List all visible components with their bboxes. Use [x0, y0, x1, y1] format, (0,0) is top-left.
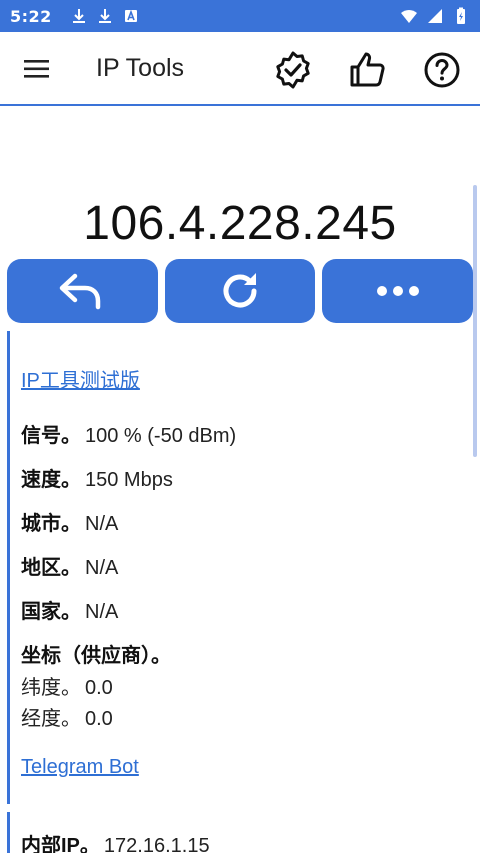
internal-ip-label: 内部IP。	[21, 835, 100, 853]
download-icon	[98, 9, 111, 23]
signal-label: 信号。	[21, 425, 81, 447]
city-label: 城市。	[21, 513, 81, 535]
signal-icon	[428, 9, 442, 23]
internal-ip-value: 172.16.1.15	[103, 835, 210, 853]
region-label: 地区。	[21, 557, 81, 579]
action-row	[7, 259, 474, 323]
app-bar: IP Tools	[0, 32, 480, 106]
region-value: N/A	[85, 557, 119, 579]
speed-value: 150 Mbps	[85, 469, 173, 491]
longitude-row: 经度。 0.0	[21, 702, 113, 731]
status-time: 5:22	[10, 6, 52, 26]
app-link[interactable]: IP工具测试版	[21, 364, 140, 393]
back-button[interactable]	[7, 259, 158, 323]
coords-row: 坐标（供应商）。	[21, 639, 171, 668]
back-arrow-icon	[60, 273, 101, 310]
longitude-value: 0.0	[85, 708, 113, 730]
thumbs-up-icon[interactable]	[348, 50, 388, 90]
info-panel-border	[7, 331, 10, 804]
region-row: 地区。 N/A	[21, 551, 118, 580]
country-row: 国家。 N/A	[21, 595, 118, 624]
status-bar: 5:22	[0, 0, 480, 32]
refresh-button[interactable]	[164, 259, 316, 323]
battery-icon	[457, 7, 465, 24]
coords-label: 坐标（供应商）。	[21, 645, 171, 667]
country-label: 国家。	[21, 601, 81, 623]
wifi-icon	[401, 10, 417, 23]
menu-icon[interactable]	[22, 56, 52, 82]
city-value: N/A	[85, 513, 119, 535]
refresh-icon	[223, 273, 257, 308]
more-dots-icon	[376, 286, 419, 296]
signal-row: 信号。 100 % (-50 dBm)	[21, 419, 236, 448]
country-value: N/A	[85, 601, 119, 623]
latitude-value: 0.0	[85, 677, 113, 699]
scrollbar[interactable]	[473, 185, 477, 457]
signal-value: 100 % (-50 dBm)	[85, 425, 237, 447]
more-button[interactable]	[322, 259, 474, 323]
latitude-label: 纬度。	[21, 677, 81, 699]
city-row: 城市。 N/A	[21, 507, 118, 536]
help-icon[interactable]	[422, 50, 462, 90]
longitude-label: 经度。	[21, 708, 81, 730]
internal-ip-row: 内部IP。 172.16.1.15	[21, 829, 210, 853]
download-icon	[72, 9, 85, 23]
speed-row: 速度。 150 Mbps	[21, 463, 173, 492]
info-panel-border-2	[7, 812, 10, 853]
app-title: IP Tools	[96, 54, 185, 82]
ip-address-display: 106.4.228.245	[83, 197, 397, 250]
latitude-row: 纬度。 0.0	[21, 671, 113, 700]
speed-label: 速度。	[21, 469, 81, 491]
app-notification-icon	[124, 9, 137, 22]
telegram-bot-link[interactable]: Telegram Bot	[21, 756, 139, 779]
verified-badge-icon[interactable]	[273, 50, 313, 90]
